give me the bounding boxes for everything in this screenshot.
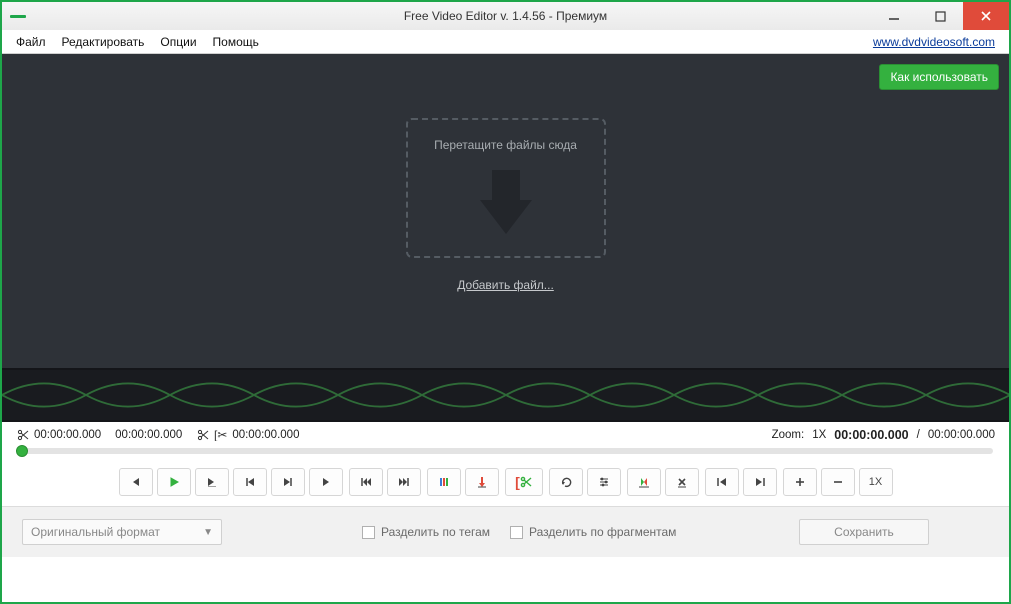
menu-file[interactable]: Файл [8,35,54,49]
step-forward-button[interactable] [309,468,343,496]
jump-end-button[interactable] [387,468,421,496]
time-selection: 00:00:00.000 [115,429,182,441]
prev-frame-button[interactable] [233,468,267,496]
menu-options[interactable]: Опции [152,35,204,49]
footer: Оригинальный формат ▼ Разделить по тегам… [2,506,1009,557]
trim-in-button[interactable] [627,468,661,496]
window-title: Free Video Editor v. 1.4.56 - Премиум [404,9,607,23]
nudge-left-button[interactable] [705,468,739,496]
format-combo[interactable]: Оригинальный формат ▼ [22,519,222,545]
add-file-link[interactable]: Добавить файл... [457,278,554,292]
time-start: 00:00:00.000 [34,429,101,441]
play-marked-button[interactable] [195,468,229,496]
zoom-value: 1X [812,429,826,441]
time-total: 00:00:00.000 [928,429,995,441]
zoom-out-button[interactable] [821,468,855,496]
speed-button[interactable]: 1X [859,468,893,496]
window-controls [871,2,1009,30]
titlebar: Free Video Editor v. 1.4.56 - Премиум [2,2,1009,30]
next-frame-button[interactable] [271,468,305,496]
menu-edit[interactable]: Редактировать [54,35,153,49]
toolbar: [ 1X [2,464,1009,506]
waveform[interactable] [2,368,1009,422]
seek-thumb[interactable] [16,445,28,457]
zoom-in-button[interactable] [783,468,817,496]
drop-zone[interactable]: Перетащите файлы сюда [406,118,606,258]
menubar: Файл Редактировать Опции Помощь www.dvdv… [2,30,1009,54]
markers-button[interactable] [427,468,461,496]
remove-selection-button[interactable] [665,468,699,496]
how-to-use-button[interactable]: Как использовать [879,64,999,90]
scissors-start-icon [16,428,30,442]
nudge-right-button[interactable] [743,468,777,496]
scissors-bracket-icon: [✂ [214,428,228,442]
minimize-button[interactable] [871,2,917,30]
app-icon [10,15,26,18]
time-current: 00:00:00.000 [834,428,908,442]
split-tags-label: Разделить по тегам [381,525,490,539]
caret-down-icon: ▼ [203,527,213,538]
split-tags-checkbox[interactable]: Разделить по тегам [362,525,490,539]
time-end: 00:00:00.000 [232,429,299,441]
menu-help[interactable]: Помощь [205,35,267,49]
seek-slider[interactable] [2,444,1009,464]
save-label: Сохранить [834,525,894,539]
time-info-row: 00:00:00.000 00:00:00.000 [✂ 00:00:00.00… [2,422,1009,444]
maximize-button[interactable] [917,2,963,30]
jump-start-button[interactable] [349,468,383,496]
rotate-button[interactable] [549,468,583,496]
step-back-button[interactable] [119,468,153,496]
close-button[interactable] [963,2,1009,30]
format-label: Оригинальный формат [31,525,160,539]
time-separator: / [917,429,920,441]
checkbox-icon [362,526,375,539]
svg-text:[✂: [✂ [214,429,227,441]
scissors-end-icon [196,428,210,442]
play-button[interactable] [157,468,191,496]
save-button[interactable]: Сохранить [799,519,929,545]
insert-marker-button[interactable] [465,468,499,496]
preview-area: Как использовать Перетащите файлы сюда Д… [2,54,1009,368]
checkbox-icon [510,526,523,539]
vendor-link[interactable]: www.dvdvideosoft.com [873,35,1003,49]
split-fragments-label: Разделить по фрагментам [529,525,676,539]
cut-button[interactable]: [ [505,468,543,496]
settings-button[interactable] [587,468,621,496]
arrow-down-icon [480,200,532,234]
split-fragments-checkbox[interactable]: Разделить по фрагментам [510,525,676,539]
drop-label: Перетащите файлы сюда [414,138,598,152]
zoom-label: Zoom: [772,429,805,441]
